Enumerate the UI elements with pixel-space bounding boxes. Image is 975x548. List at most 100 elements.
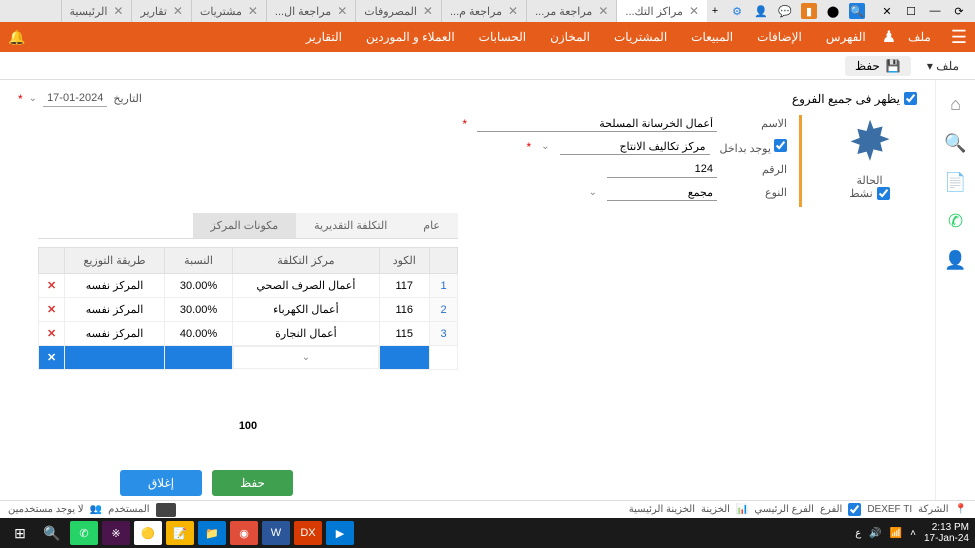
nav-file[interactable]: ملف	[896, 30, 943, 44]
nav-purchases[interactable]: المشتريات	[602, 30, 679, 44]
inner-tab-components[interactable]: مكونات المركز	[193, 213, 297, 238]
nav-clients[interactable]: العملاء و الموردين	[354, 30, 467, 44]
chevron-down-icon[interactable]: ⌄	[302, 352, 310, 363]
bell-icon[interactable]: 🔔	[8, 29, 25, 46]
document-icon[interactable]: 📄	[944, 172, 966, 193]
delete-row-icon[interactable]: ✕	[47, 280, 56, 292]
tab-review-1[interactable]: ✕مراجعة ال...	[266, 0, 355, 22]
new-tab-button[interactable]: +	[707, 3, 723, 19]
close-icon[interactable]: ✕	[113, 4, 123, 18]
center-dropdown[interactable]: ⌄	[233, 346, 378, 369]
app-icon[interactable]: ◉	[230, 521, 258, 545]
tab-home[interactable]: ✕الرئيسية	[61, 0, 132, 22]
tab-review-3[interactable]: ✕مراجعة مر...	[526, 0, 616, 22]
close-icon[interactable]: ✕	[248, 4, 258, 18]
support-icon[interactable]	[156, 503, 176, 517]
type-input[interactable]	[607, 184, 717, 201]
chat-icon[interactable]: 💬	[777, 3, 793, 19]
file-dropdown[interactable]: ملف ▾	[919, 59, 967, 73]
gear-icon[interactable]: ⚙	[729, 3, 745, 19]
tab-expenses[interactable]: ✕المصروفات	[355, 0, 441, 22]
explorer-app-icon[interactable]: 📁	[198, 521, 226, 545]
chevron-down-icon[interactable]: ⌄	[29, 93, 37, 104]
date-value[interactable]: 17-01-2024	[43, 90, 107, 107]
menu-icon[interactable]: ☰	[951, 27, 967, 48]
notes-app-icon[interactable]: 📝	[166, 521, 194, 545]
volume-icon[interactable]: 🔊	[869, 528, 881, 539]
close-icon[interactable]: ✕	[508, 4, 518, 18]
table-row[interactable]: 2 116 أعمال الكهرباء 30.00% المركز نفسه …	[39, 298, 458, 322]
close-icon[interactable]: ✕	[337, 4, 347, 18]
active-checkbox[interactable]: نشط	[849, 187, 889, 200]
wifi-icon[interactable]: 📶	[890, 528, 902, 539]
chevron-down-icon[interactable]: ⌄	[589, 187, 597, 198]
person-icon[interactable]: 👤	[753, 3, 769, 19]
delete-row-icon[interactable]: ✕	[47, 328, 56, 340]
save-label: حفظ	[855, 59, 880, 73]
branch-toggle[interactable]	[848, 503, 861, 516]
chrome-app-icon[interactable]: 🟡	[134, 521, 162, 545]
save-toolbar-button[interactable]: 💾 حفظ	[845, 56, 911, 76]
close-icon[interactable]: ✕	[173, 4, 183, 18]
inside-input[interactable]	[560, 138, 710, 155]
nav-additions[interactable]: الإضافات	[745, 30, 814, 44]
profile-icon[interactable]: 👤	[944, 250, 966, 271]
app-badge-icon[interactable]: ▮	[801, 3, 817, 19]
delete-row-icon[interactable]: ✕	[47, 304, 56, 316]
show-in-branches-checkbox[interactable]: يظهر فى جميع الفروع	[792, 92, 917, 106]
tabs-container: ✕مراكز التك... ✕مراجعة مر... ✕مراجعة م..…	[0, 0, 707, 22]
restore-window-icon[interactable]: ☐	[903, 3, 919, 19]
close-button[interactable]: إغلاق	[120, 470, 202, 496]
tab-cost-centers[interactable]: ✕مراكز التك...	[616, 0, 707, 22]
close-window-icon[interactable]: ✕	[879, 3, 895, 19]
inner-tab-estimate[interactable]: التكلفة التقديرية	[296, 213, 405, 238]
tab-purchases[interactable]: ✕مشتريات	[191, 0, 266, 22]
leaf-logo-icon	[840, 115, 900, 170]
browser-tab-bar: ✕ ☐ — ⟳ 🔍 ⬤ ▮ 💬 👤 ⚙ + ✕مراكز التك... ✕مر…	[0, 0, 975, 22]
start-icon[interactable]: ⊞	[6, 521, 34, 545]
search-taskbar-icon[interactable]: 🔍	[38, 521, 66, 545]
nav-reports[interactable]: التقارير	[294, 30, 354, 44]
status-bar: 📍 الشركة DEXEF TI الفرع الفرع الرئيسي 📊 …	[0, 500, 975, 518]
branches-check[interactable]	[904, 92, 917, 105]
nav-accounts[interactable]: الحسابات	[467, 30, 538, 44]
clock[interactable]: 2:13 PM 17-Jan-24	[924, 522, 969, 544]
whatsapp-app-icon[interactable]: ✆	[70, 521, 98, 545]
refresh-icon[interactable]: ⟳	[951, 3, 967, 19]
close-icon[interactable]: ✕	[423, 4, 433, 18]
tray-up-icon[interactable]: ˄	[910, 528, 916, 539]
dexef-app-icon[interactable]: DX	[294, 521, 322, 545]
chart-icon: 📊	[736, 504, 748, 515]
save-button[interactable]: حفظ	[212, 470, 293, 496]
pin-icon: 📍	[955, 504, 967, 515]
inside-checkbox[interactable]: يوجد بداخل	[720, 139, 787, 155]
table-row[interactable]: 3 115 أعمال النجارة 40.00% المركز نفسه ✕	[39, 322, 458, 346]
search-icon[interactable]: 🔍	[944, 133, 966, 154]
video-app-icon[interactable]: ▶	[326, 521, 354, 545]
lang-indicator[interactable]: ع	[855, 528, 861, 539]
date-field[interactable]: * ⌄ 17-01-2024 التاريخ	[18, 90, 142, 107]
nav-index[interactable]: الفهرس	[814, 30, 878, 44]
tab-reports[interactable]: ✕تقارير	[131, 0, 190, 22]
tab-review-2[interactable]: ✕مراجعة م...	[441, 0, 526, 22]
date-label: التاريخ	[113, 92, 142, 105]
nav-sales[interactable]: المبيعات	[679, 30, 745, 44]
delete-row-icon[interactable]: ✕	[47, 352, 56, 364]
close-icon[interactable]: ✕	[689, 4, 699, 18]
slack-app-icon[interactable]: ※	[102, 521, 130, 545]
number-input[interactable]	[607, 161, 717, 178]
inner-tab-general[interactable]: عام	[405, 213, 458, 238]
close-icon[interactable]: ✕	[598, 4, 608, 18]
word-app-icon[interactable]: W	[262, 521, 290, 545]
table-row-new[interactable]: ← ⌄ ✕	[39, 346, 458, 370]
minimize-window-icon[interactable]: —	[927, 3, 943, 19]
table-row[interactable]: 1 117 أعمال الصرف الصحي 30.00% المركز نف…	[39, 274, 458, 298]
search-mini-icon[interactable]: 🔍	[849, 3, 865, 19]
chevron-down-icon[interactable]: ⌄	[541, 141, 549, 152]
save-icon: 💾	[886, 59, 901, 73]
toggle-icon[interactable]: ⬤	[825, 3, 841, 19]
nav-stores[interactable]: المخازن	[538, 30, 602, 44]
home-icon[interactable]: ⌂	[950, 94, 961, 115]
name-input[interactable]	[477, 115, 717, 132]
whatsapp-icon[interactable]: ✆	[948, 211, 963, 232]
